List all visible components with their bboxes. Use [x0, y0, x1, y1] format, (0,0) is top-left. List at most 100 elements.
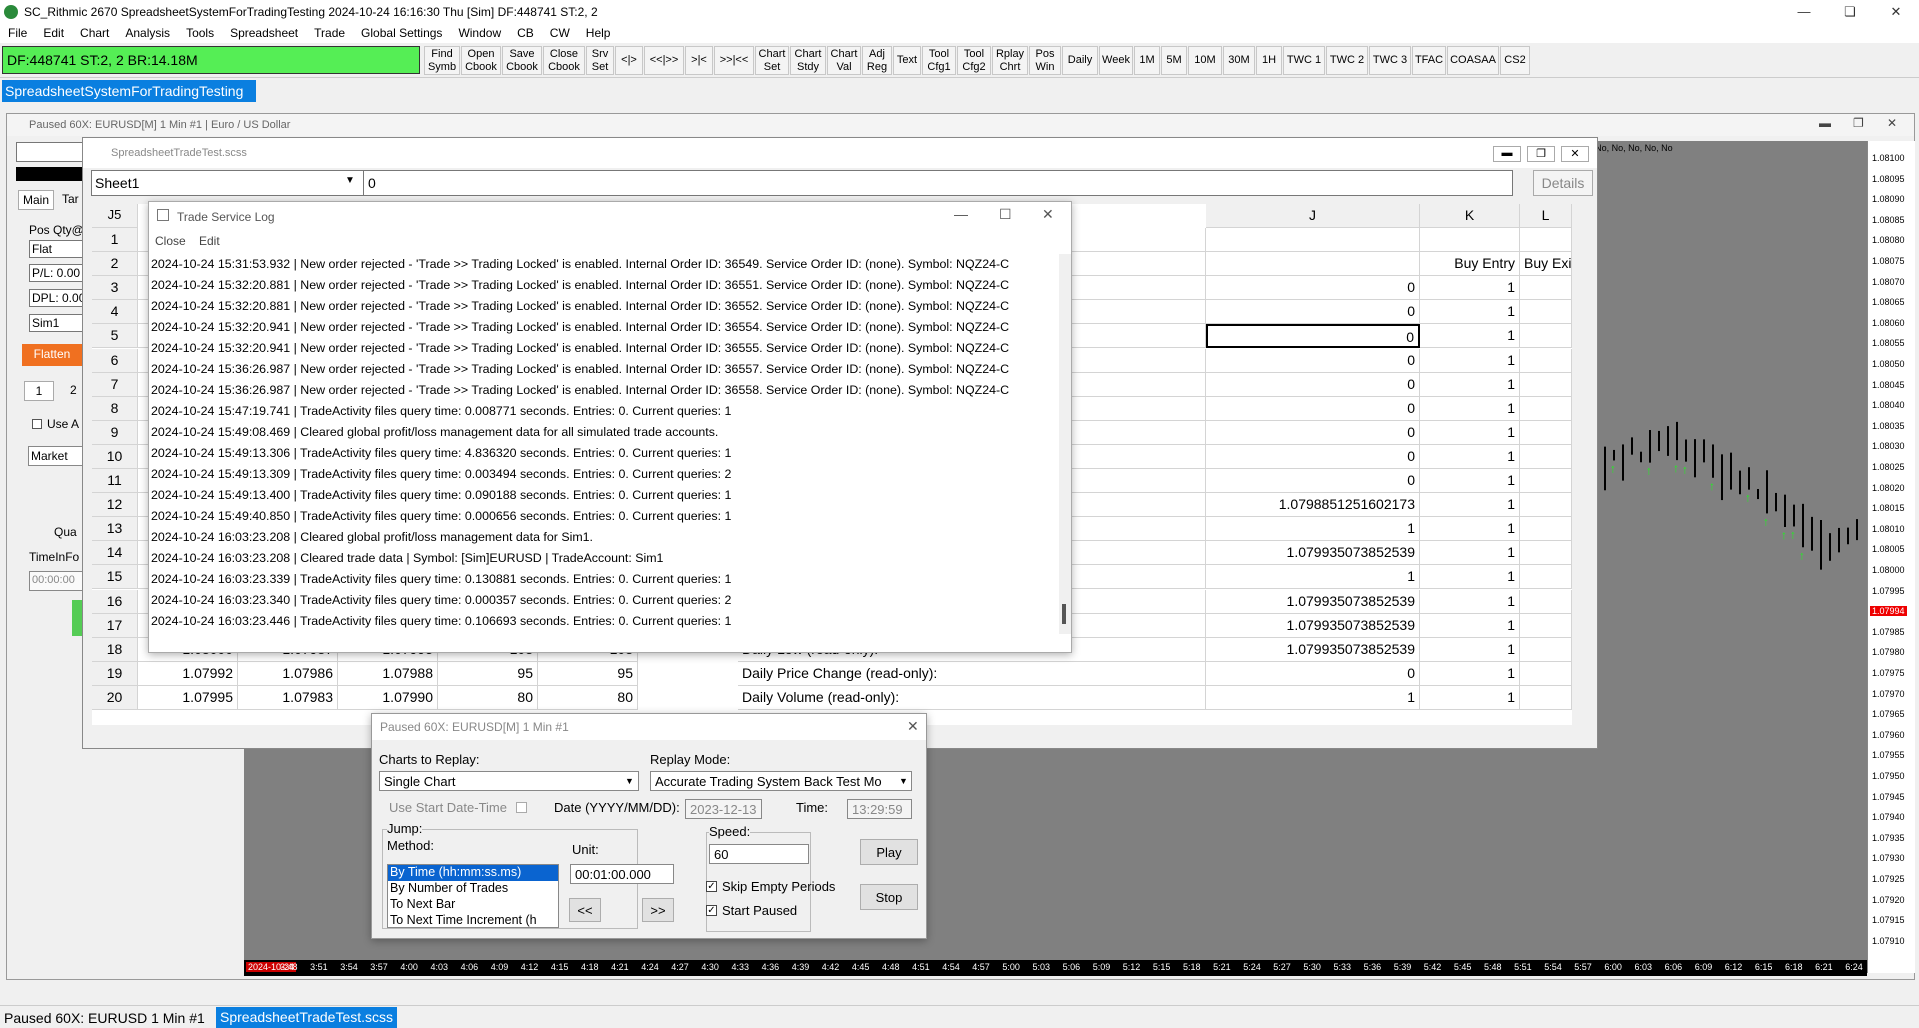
- start-paused-checkbox[interactable]: ✓: [706, 905, 717, 916]
- toolbar-button-21[interactable]: 5M: [1161, 46, 1187, 75]
- toolbar-button-17[interactable]: Pos Win: [1029, 46, 1061, 75]
- method-option[interactable]: By Time (hh:mm:ss.ms): [388, 865, 558, 881]
- cell-k[interactable]: 1: [1420, 396, 1520, 421]
- method-list[interactable]: By Time (hh:mm:ss.ms) By Number of Trades…: [387, 864, 559, 928]
- toolbar-button-8[interactable]: >>|<<: [714, 46, 754, 75]
- cell-j[interactable]: 1.079935073852539: [1206, 541, 1420, 566]
- qty-2-button[interactable]: 2: [70, 383, 77, 397]
- cell-l[interactable]: [1520, 469, 1572, 493]
- cell-e[interactable]: 80: [438, 685, 538, 710]
- cell-j[interactable]: 1: [1206, 685, 1420, 710]
- ss-minimize-icon[interactable]: ▬: [1493, 146, 1521, 162]
- row-header[interactable]: 6: [92, 348, 138, 373]
- row-header[interactable]: 1: [92, 228, 138, 252]
- row-header[interactable]: 7: [92, 372, 138, 397]
- cell-j[interactable]: 0: [1206, 661, 1420, 686]
- row-header[interactable]: 4: [92, 300, 138, 325]
- cell-k[interactable]: 1: [1420, 493, 1520, 518]
- row-header[interactable]: 5: [92, 324, 138, 349]
- toolbar-button-14[interactable]: Tool Cfg1: [922, 46, 956, 75]
- menu-trade[interactable]: Trade: [306, 26, 353, 40]
- cell-k[interactable]: [1420, 228, 1520, 252]
- cell-j[interactable]: 0: [1206, 444, 1420, 469]
- log-close-icon[interactable]: ✕: [1042, 206, 1054, 223]
- cell-j[interactable]: 0: [1206, 348, 1420, 373]
- row-header[interactable]: 18: [92, 637, 138, 662]
- cell-j[interactable]: [1206, 252, 1420, 277]
- column-header-l[interactable]: L: [1520, 204, 1572, 228]
- cell-b[interactable]: 1.07995: [138, 685, 238, 710]
- toolbar-button-10[interactable]: Chart Stdy: [790, 46, 826, 75]
- cell-j[interactable]: 1.079935073852539: [1206, 613, 1420, 638]
- column-header-j[interactable]: J: [1206, 204, 1420, 228]
- cell-f[interactable]: 80: [538, 685, 638, 710]
- toolbar-button-4[interactable]: Srv Set: [586, 46, 614, 75]
- log-menu-close[interactable]: Close: [155, 234, 186, 248]
- toolbar-button-1[interactable]: Open Cbook: [461, 46, 501, 75]
- cell-k[interactable]: 1: [1420, 420, 1520, 445]
- cell-j[interactable]: 1.079935073852539: [1206, 589, 1420, 614]
- row-header[interactable]: 13: [92, 517, 138, 542]
- menu-global-settings[interactable]: Global Settings: [353, 26, 450, 40]
- details-button[interactable]: Details: [1533, 170, 1593, 196]
- cell-l[interactable]: [1520, 396, 1572, 421]
- cell-h[interactable]: Daily Price Change (read-only):: [738, 661, 1206, 686]
- ss-close-icon[interactable]: ✕: [1561, 146, 1589, 162]
- cell-d[interactable]: 1.07990: [338, 685, 438, 710]
- menu-file[interactable]: File: [0, 26, 35, 40]
- method-option[interactable]: By Number of Trades: [388, 881, 558, 897]
- menu-cb[interactable]: CB: [509, 26, 542, 40]
- cell-l[interactable]: [1520, 589, 1572, 614]
- toolbar-button-12[interactable]: Adj Reg: [862, 46, 892, 75]
- row-header[interactable]: 3: [92, 276, 138, 301]
- replay-close-icon[interactable]: ✕: [907, 718, 919, 735]
- cell-l[interactable]: [1520, 517, 1572, 542]
- sheet-dropdown-icon[interactable]: ▼: [345, 175, 355, 186]
- use-start-checkbox[interactable]: [516, 802, 527, 813]
- row-header[interactable]: 12: [92, 493, 138, 518]
- cell-reference[interactable]: J5: [92, 204, 138, 228]
- cell-l[interactable]: [1520, 444, 1572, 469]
- cell-l[interactable]: [1520, 300, 1572, 325]
- cell-k[interactable]: 1: [1420, 517, 1520, 542]
- toolbar-button-23[interactable]: 30M: [1223, 46, 1255, 75]
- menu-cw[interactable]: CW: [542, 26, 578, 40]
- row-header[interactable]: 20: [92, 685, 138, 710]
- toolbar-button-7[interactable]: >|<: [685, 46, 713, 75]
- jump-forward-button[interactable]: >>: [642, 898, 674, 922]
- cell-l[interactable]: [1520, 324, 1572, 349]
- cell-l[interactable]: [1520, 661, 1572, 686]
- cell-j[interactable]: 1: [1206, 517, 1420, 542]
- cell-k[interactable]: 1: [1420, 637, 1520, 662]
- flatten-button[interactable]: Flatten: [22, 344, 82, 366]
- row-header[interactable]: 9: [92, 420, 138, 445]
- time-field[interactable]: 00:00:00: [29, 571, 89, 591]
- toolbar-button-11[interactable]: Chart Val: [827, 46, 861, 75]
- toolbar-button-0[interactable]: Find Symb: [424, 46, 460, 75]
- chart-restore-icon[interactable]: ❐: [1853, 116, 1864, 130]
- charts-to-replay-select[interactable]: Single Chart: [379, 771, 639, 791]
- row-header[interactable]: 19: [92, 661, 138, 686]
- cell-c[interactable]: 1.07983: [238, 685, 338, 710]
- chartbook-label[interactable]: SpreadsheetSystemForTradingTesting: [2, 80, 256, 102]
- toolbar-button-29[interactable]: COASAA: [1447, 46, 1499, 75]
- log-maximize-icon[interactable]: ☐: [999, 206, 1012, 223]
- toolbar-button-20[interactable]: 1M: [1134, 46, 1160, 75]
- cell-l[interactable]: [1520, 637, 1572, 662]
- row-header[interactable]: 14: [92, 541, 138, 566]
- toolbar-button-22[interactable]: 10M: [1188, 46, 1222, 75]
- tab-main[interactable]: Main: [18, 190, 55, 210]
- row-header[interactable]: 11: [92, 469, 138, 493]
- time-field[interactable]: 13:29:59: [847, 799, 912, 819]
- cell-h[interactable]: Daily Volume (read-only):: [738, 685, 1206, 710]
- log-menu-edit[interactable]: Edit: [199, 234, 220, 248]
- speed-field[interactable]: 60: [709, 844, 809, 864]
- toolbar-button-3[interactable]: Close Cbook: [543, 46, 585, 75]
- tab-spreadsheet[interactable]: SpreadsheetTradeTest.scss: [216, 1007, 398, 1028]
- cell-j[interactable]: 0: [1206, 420, 1420, 445]
- toolbar-button-13[interactable]: Text: [893, 46, 921, 75]
- row-header[interactable]: 15: [92, 565, 138, 590]
- cell-l[interactable]: [1520, 276, 1572, 301]
- cell-l[interactable]: [1520, 372, 1572, 397]
- cell-k[interactable]: 1: [1420, 685, 1520, 710]
